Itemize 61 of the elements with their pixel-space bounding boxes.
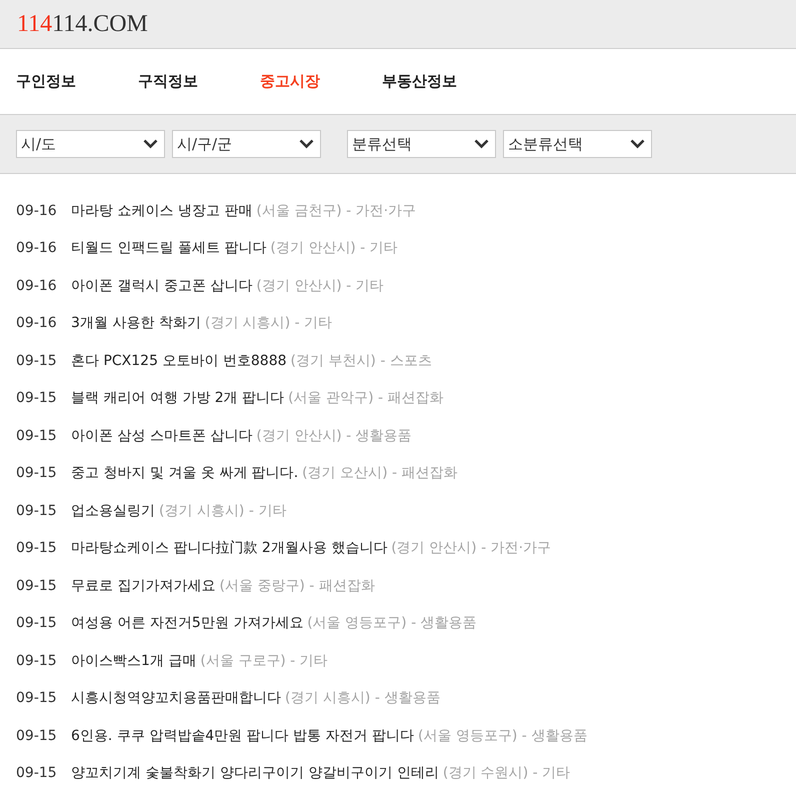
nav-tab[interactable]: 구인정보 xyxy=(16,72,76,91)
post-location-category: (경기 안산시) - 기타 xyxy=(256,276,384,295)
chevron-down-icon xyxy=(143,139,158,149)
post-date: 09-16 xyxy=(16,202,58,219)
post-location-category: (경기 안산시) - 가전·가구 xyxy=(391,539,552,558)
post-date: 09-16 xyxy=(16,240,58,256)
post-date: 09-15 xyxy=(16,728,58,744)
post-date: 09-16 xyxy=(16,315,58,332)
post-title-link[interactable]: 중고 청바지 및 겨울 옷 싸게 팝니다. xyxy=(71,464,298,482)
post-location-category: (경기 수원시) - 기타 xyxy=(442,764,570,782)
post-location-category: (경기 오산시) - 패션잡화 xyxy=(302,464,458,482)
post-title-link[interactable]: 티월드 인팩드릴 풀세트 팝니다 xyxy=(71,239,266,258)
nav-tab[interactable]: 구직정보 xyxy=(138,72,198,91)
post-title-link[interactable]: 여성용 어른 자전거5만원 가져가세요 xyxy=(71,614,304,632)
post-location-category: (서울 중랑구) - 패션잡화 xyxy=(219,576,375,595)
post-title-link[interactable]: 6인용. 쿠쿠 압력밥솥4만원 팝니다 밥통 자전거 팝니다 xyxy=(71,726,414,745)
post-location-category: (경기 부천시) - 스포츠 xyxy=(290,352,432,370)
post-date: 09-15 xyxy=(16,690,58,706)
post-date: 09-16 xyxy=(16,278,58,294)
dropdown-select[interactable]: 시/도 xyxy=(16,130,165,158)
dropdown-select[interactable]: 시/구/군 xyxy=(172,130,321,158)
post-date: 09-15 xyxy=(16,652,58,669)
post-date: 09-15 xyxy=(16,428,58,444)
post-title-link[interactable]: 마라탕 쇼케이스 냉장고 판매 xyxy=(71,202,252,220)
post-title-link[interactable]: 아이폰 삼성 스마트폰 삽니다 xyxy=(71,426,252,445)
post-title-link[interactable]: 혼다 PCX125 오토바이 번호8888 xyxy=(71,352,287,370)
post-date: 09-15 xyxy=(16,578,58,594)
post-date: 09-15 xyxy=(16,540,58,556)
post-location-category: (경기 시흥시) - 생활용품 xyxy=(285,689,440,708)
post-title-link[interactable]: 업소용실링기 xyxy=(71,502,155,520)
post-title-link[interactable]: 아이폰 갤럭시 중고폰 삽니다 xyxy=(71,276,252,295)
post-location-category: (서울 영등포구) - 생활용품 xyxy=(418,726,588,745)
post-title-link[interactable]: 3개월 사용한 착화기 xyxy=(71,314,201,332)
post-location-category: (경기 안산시) - 생활용품 xyxy=(256,426,412,445)
site-logo[interactable]: 114114.COM xyxy=(17,12,148,36)
chevron-down-icon xyxy=(630,139,645,149)
post-title-link[interactable]: 양꼬치기계 숯불착화기 양다리구이기 양갈비구이기 인테리 xyxy=(71,764,439,782)
post-title-link[interactable]: 블랙 캐리어 여행 가방 2개 팝니다 xyxy=(71,389,284,408)
nav-tab[interactable]: 중고시장 xyxy=(260,72,320,91)
nav-tab[interactable]: 부동산정보 xyxy=(382,72,457,91)
post-title-link[interactable]: 아이스빡스1개 급매 xyxy=(71,652,196,670)
post-location-category: (서울 구로구) - 기타 xyxy=(200,652,328,670)
dropdown-select[interactable]: 소분류선택 xyxy=(503,130,652,158)
post-date: 09-15 xyxy=(16,615,58,632)
post-date: 09-15 xyxy=(16,390,58,406)
post-title-link[interactable]: 시흥시청역양꼬치용품판매합니다 xyxy=(71,689,281,708)
post-title-link[interactable]: 무료로 집기가져가세요 xyxy=(71,576,216,595)
post-location-category: (경기 시흥시) - 기타 xyxy=(204,314,332,332)
dropdown-select[interactable]: 분류선택 xyxy=(347,130,496,158)
post-title-link[interactable]: 마라탕쇼케이스 팝니다拉门款 2개월사용 했습니다 xyxy=(71,539,388,558)
post-location-category: (서울 영등포구) - 생활용품 xyxy=(307,614,477,632)
post-location-category: (경기 안산시) - 기타 xyxy=(270,239,398,258)
post-location-category: (경기 시흥시) - 기타 xyxy=(159,502,286,520)
post-date: 09-15 xyxy=(16,502,58,519)
post-date: 09-15 xyxy=(16,465,58,482)
post-location-category: (서울 관악구) - 패션잡화 xyxy=(288,389,444,408)
chevron-down-icon xyxy=(474,139,489,149)
chevron-down-icon xyxy=(299,139,314,149)
post-date: 09-15 xyxy=(16,352,58,369)
post-location-category: (서울 금천구) - 가전·가구 xyxy=(256,202,416,220)
post-date: 09-15 xyxy=(16,765,58,782)
